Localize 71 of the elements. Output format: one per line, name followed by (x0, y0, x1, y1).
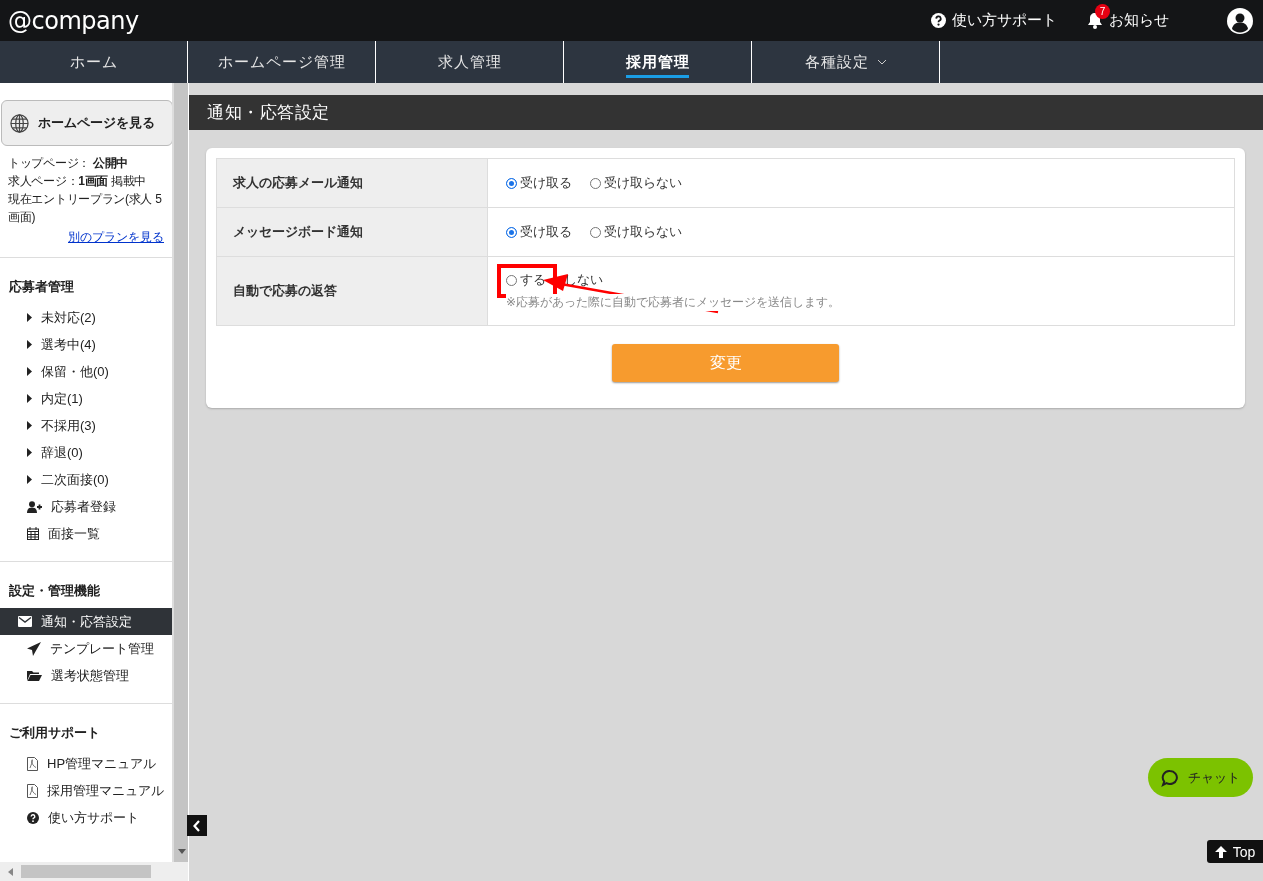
setting-label: 求人の応募メール通知 (216, 158, 488, 208)
caret-icon (27, 394, 32, 403)
section-heading: ご利用サポート (8, 724, 101, 742)
user-avatar-icon[interactable] (1227, 7, 1253, 34)
nav-tab[interactable]: 求人管理 (376, 41, 564, 83)
page-title: 通知・応答設定 (189, 95, 1263, 130)
sidebar-item[interactable]: 選考状態管理 (0, 662, 172, 689)
nav-tab[interactable]: 各種設定 (752, 41, 940, 83)
sidebar-item[interactable]: 採用管理マニュアル (0, 777, 172, 804)
radio-button[interactable] (590, 177, 601, 189)
question-icon (27, 811, 39, 824)
support-link[interactable]: 使い方サポート (931, 11, 1057, 30)
paper-plane-icon (27, 641, 41, 656)
sidebar-item[interactable]: 未対応(2) (0, 304, 172, 331)
folder-icon (27, 670, 42, 681)
nav-tab[interactable]: ホームページ管理 (188, 41, 376, 83)
speech-bubble-icon (1161, 768, 1179, 787)
horizontal-scrollbar[interactable] (0, 862, 188, 881)
caret-icon (27, 340, 32, 349)
arrow-up-icon (1214, 845, 1227, 858)
pdf-file-icon (27, 756, 38, 771)
globe-icon (10, 113, 29, 133)
chat-button[interactable]: チャット (1148, 758, 1253, 797)
nav-tab[interactable]: 採用管理 (564, 41, 752, 83)
status-text: 現在エントリープラン(求人 5画面) (8, 191, 163, 226)
radio-option[interactable]: 受け取る (506, 223, 572, 241)
sidebar-item[interactable]: 面接一覧 (0, 520, 172, 547)
sidebar-item[interactable]: 辞退(0) (0, 439, 172, 466)
calendar-icon (27, 527, 39, 540)
radio-option[interactable]: 受け取らない (590, 223, 682, 241)
pdf-file-icon (27, 783, 38, 798)
section-heading: 応募者管理 (8, 278, 75, 296)
radio-option[interactable]: 受け取る (506, 174, 572, 192)
question-icon (931, 13, 946, 28)
section-heading: 設定・管理機能 (8, 582, 101, 600)
envelope-icon (18, 616, 32, 627)
status-text: 求人ページ：1画面 掲載中 (8, 173, 148, 190)
setting-label: 自動で応募の返答 (216, 256, 488, 326)
sidebar-item[interactable]: 応募者登録 (0, 493, 172, 520)
notification-badge: 7 (1095, 4, 1110, 19)
company-logo[interactable]: @company (8, 6, 139, 35)
sidebar-item[interactable]: 選考中(4) (0, 331, 172, 358)
caret-icon (27, 475, 32, 484)
radio-option[interactable]: 受け取らない (590, 174, 682, 192)
radio-button[interactable] (506, 274, 517, 286)
caret-icon (27, 367, 32, 376)
collapse-sidebar-button[interactable] (187, 815, 207, 836)
sidebar-item[interactable]: 通知・応答設定 (0, 608, 172, 635)
view-homepage-button[interactable]: ホームページを見る (1, 100, 172, 146)
chevron-left-icon (193, 819, 201, 832)
status-text: トップページ： 公開中 (8, 155, 130, 172)
sidebar-item[interactable]: 不採用(3) (0, 412, 172, 439)
sidebar-item[interactable]: 内定(1) (0, 385, 172, 412)
sidebar-item[interactable]: 使い方サポート (0, 804, 172, 831)
radio-button[interactable] (506, 226, 517, 238)
back-to-top-button[interactable]: Top (1207, 840, 1263, 863)
radio-button[interactable] (590, 226, 601, 238)
radio-button[interactable] (506, 177, 517, 189)
caret-icon (27, 313, 32, 322)
setting-label: メッセージボード通知 (216, 207, 488, 257)
other-plans-link[interactable]: 別のプランを見る (0, 230, 164, 245)
sidebar-item[interactable]: 二次面接(0) (0, 466, 172, 493)
sidebar-item[interactable]: テンプレート管理 (0, 635, 172, 662)
notifications-link[interactable]: お知らせ (1109, 11, 1169, 30)
user-plus-icon (27, 500, 42, 513)
vertical-scrollbar[interactable] (172, 83, 188, 862)
caret-icon (27, 421, 32, 430)
sidebar-item[interactable]: 保留・他(0) (0, 358, 172, 385)
caret-icon (27, 448, 32, 457)
sidebar-item[interactable]: HP管理マニュアル (0, 750, 172, 777)
radio-option[interactable]: する (506, 271, 546, 289)
